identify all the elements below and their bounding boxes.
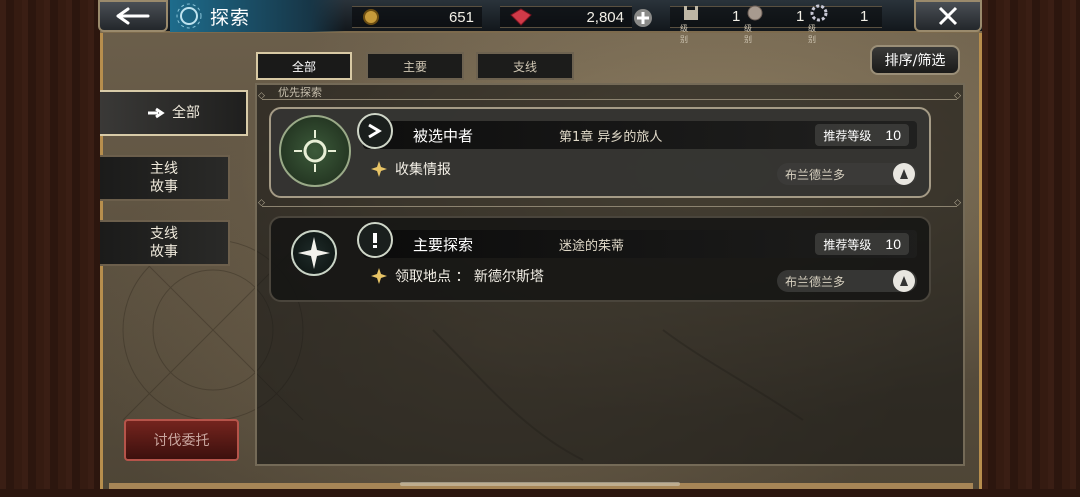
sun-emblem-icon [279,115,351,187]
close-icon [938,6,958,26]
quest-objective: 收集情报 [371,159,451,179]
main-quest-icon [357,113,393,149]
scroll-indicator [400,482,680,486]
coin-icon [362,8,380,30]
quest-card[interactable]: 主要探索 迷途的茱蒂 推荐等级 10 领取地点 ： 新德尔斯塔 布兰德兰多 [269,216,931,302]
explore-emblem-icon [172,1,206,31]
hunt-commission-button[interactable]: 讨伐委托 [124,419,239,461]
recommended-level: 推荐等级 10 [815,233,909,255]
add-gems-button[interactable] [632,8,654,28]
title-area: 探索 [170,0,345,32]
page-title: 探索 [210,6,251,29]
sidebar-item-all[interactable]: 全部 [100,90,248,136]
quest-region: 布兰德兰多 [777,270,917,292]
pointing-hand-icon [148,107,165,119]
divider-top [258,91,961,101]
region-crest-icon [893,163,915,185]
recommended-level: 推荐等级 10 [815,124,909,146]
quest-region: 布兰德兰多 [777,163,917,185]
level-strip [670,6,882,28]
quest-chapter: 第1章 异乡的旅人 [559,130,663,145]
sidebar-item-main-story[interactable]: 主线 故事 [100,155,230,201]
sort-filter-button[interactable]: 排序/筛选 [870,45,960,75]
sidebar-item-side-story[interactable]: 支线 故事 [100,220,230,266]
star-icon [371,161,387,177]
quest-name: 主要探索 [413,236,474,254]
quest-header: 被选中者 第1章 异乡的旅人 推荐等级 10 [357,113,917,149]
back-button[interactable] [98,0,168,32]
tab-side[interactable]: 支线 [476,52,574,80]
plus-icon [634,9,652,27]
compass-star-icon [291,230,337,276]
tab-all[interactable]: 全部 [256,52,352,80]
close-button[interactable] [914,0,982,32]
exclamation-icon [357,222,393,258]
gem-icon [510,8,532,30]
wood-frame-bottom [0,489,1080,497]
wood-frame-right [982,0,1080,497]
quest-card[interactable]: 被选中者 第1章 异乡的旅人 推荐等级 10 收集情报 布兰德兰多 [269,107,931,198]
quest-chapter: 迷途的茱蒂 [559,239,625,254]
quest-objective: 领取地点 ： 新德尔斯塔 [371,266,544,286]
tab-main[interactable]: 主要 [366,52,464,80]
back-arrow-icon [116,7,150,25]
wood-frame-left [0,0,100,497]
gem-counter: 2,804 [500,6,632,28]
region-crest-icon [893,270,915,292]
gem-value: 2,804 [586,8,624,26]
gold-counter: 651 [352,6,482,28]
divider-middle [258,198,961,208]
gold-value: 651 [448,8,474,26]
star-icon [371,268,387,284]
section-title: 优先探索 [278,86,322,99]
quest-header: 主要探索 迷途的茱蒂 推荐等级 10 [357,222,917,258]
quest-name: 被选中者 [413,127,474,145]
